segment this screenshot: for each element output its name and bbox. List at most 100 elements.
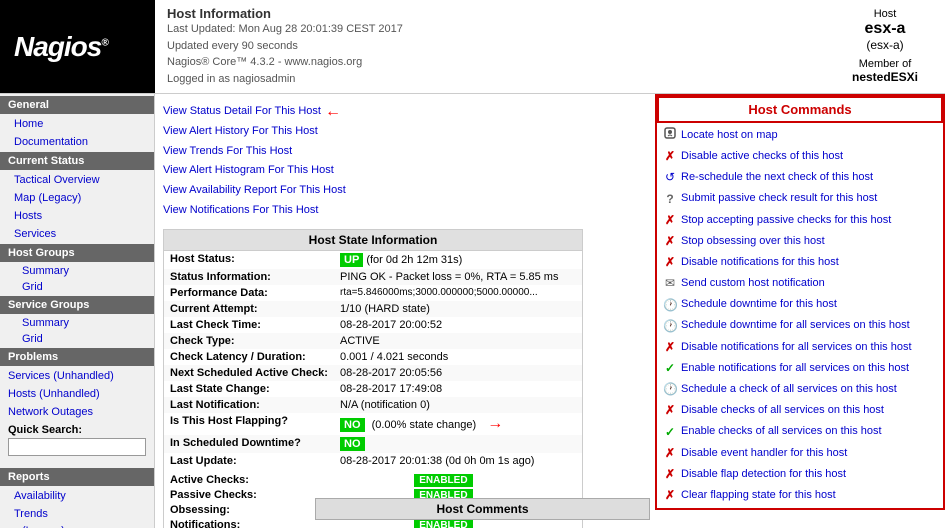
cmd-send-custom[interactable]: ✉ Send custom host notification [657,273,943,294]
sidebar-item-network-outages[interactable]: Network Outages [0,402,154,420]
table-row: Last Notification: N/A (notification 0) [164,397,582,413]
member-label: Member of [837,58,933,70]
member-group: nestedESXi [837,70,933,84]
table-row: Host Status: UP (for 0d 2h 12m 31s) [164,251,582,269]
host-info-area: Host Information Last Updated: Mon Aug 2… [155,0,825,93]
sidebar-item-services-unhandled[interactable]: Services (Unhandled) [0,366,154,384]
recycle-icon: ↺ [663,168,677,187]
schedule-check-all-link[interactable]: Schedule a check of all services on this… [681,381,897,399]
cmd-reschedule[interactable]: ↺ Re-schedule the next check of this hos… [657,167,943,188]
table-row: Last Check Time: 08-28-2017 20:00:52 [164,317,582,333]
sidebar-general-header: General [0,96,154,114]
reschedule-link[interactable]: Re-schedule the next check of this host [681,169,873,187]
sidebar-item-hg-summary[interactable]: Summary [0,262,154,278]
cmd-locate-host[interactable]: Locate host on map [657,125,943,146]
host-name-big: esx-a [837,20,933,38]
cmd-disable-checks-all-services[interactable]: ✗ Disable checks of all services on this… [657,400,943,421]
cmd-disable-notifications[interactable]: ✗ Disable notifications for this host [657,252,943,273]
stop-accepting-passive-link[interactable]: Stop accepting passive checks for this h… [681,212,891,230]
cmd-enable-checks-all-services[interactable]: ✓ Enable checks of all services on this … [657,422,943,443]
cmd-schedule-check-all-services[interactable]: 🕐 Schedule a check of all services on th… [657,379,943,400]
cmd-disable-notif-all-services[interactable]: ✗ Disable notifications for all services… [657,337,943,358]
last-updated: Last Updated: Mon Aug 28 20:01:39 CEST 2… [167,21,813,38]
table-row: Check Type: ACTIVE [164,333,582,349]
logo-registered: ® [101,37,107,48]
clock-icon-1: 🕐 [663,296,677,315]
status-up-badge: UP [340,253,363,267]
disable-flap-detection-link[interactable]: Disable flap detection for this host [681,466,846,484]
sidebar-host-groups-header: Host Groups [0,244,154,262]
disable-event-handler-link[interactable]: Disable event handler for this host [681,445,847,463]
enable-checks-all-link[interactable]: Enable checks of all services on this ho… [681,423,882,441]
sidebar-problems-header: Problems [0,348,154,366]
sidebar-item-home[interactable]: Home [0,114,154,132]
disable-active-checks-link[interactable]: Disable active checks of this host [681,148,843,166]
table-row: Is This Host Flapping? NO (0.00% state c… [164,413,582,435]
x-icon-8: ✗ [663,465,677,484]
submit-passive-link[interactable]: Submit passive check result for this hos… [681,190,877,208]
table-row: Active Checks: ENABLED [164,473,582,488]
x-icon-3: ✗ [663,232,677,251]
cmd-clear-flapping-state[interactable]: ✗ Clear flapping state for this host [657,485,943,506]
cmd-stop-accepting-passive[interactable]: ✗ Stop accepting passive checks for this… [657,210,943,231]
cmd-disable-event-handler[interactable]: ✗ Disable event handler for this host [657,443,943,464]
sidebar-item-availability[interactable]: Availability [0,486,154,504]
flapping-no-badge: NO [340,418,365,432]
sidebar-item-map[interactable]: Map (Legacy) [0,188,154,206]
x-icon-7: ✗ [663,444,677,463]
logo-text: Nagios [14,31,101,62]
disable-checks-all-link[interactable]: Disable checks of all services on this h… [681,402,884,420]
sidebar-item-hosts[interactable]: Hosts [0,206,154,224]
cmd-submit-passive[interactable]: ? Submit passive check result for this h… [657,189,943,210]
cmd-enable-notif-all-services[interactable]: ✓ Enable notifications for all services … [657,358,943,379]
enable-notif-all-link[interactable]: Enable notifications for all services on… [681,360,909,378]
x-icon-6: ✗ [663,401,677,420]
host-info-title: Host Information [167,6,813,21]
locate-host-link[interactable]: Locate host on map [681,127,778,145]
cmd-schedule-downtime-host[interactable]: 🕐 Schedule downtime for this host [657,295,943,316]
view-status-link[interactable]: View Status Detail For This Host [163,102,321,122]
schedule-downtime-host-link[interactable]: Schedule downtime for this host [681,296,837,314]
cmd-stop-obsessing[interactable]: ✗ Stop obsessing over this host [657,231,943,252]
schedule-downtime-services-link[interactable]: Schedule downtime for all services on th… [681,317,910,335]
host-info-meta: Last Updated: Mon Aug 28 20:01:39 CEST 2… [167,21,813,87]
disable-notifications-link[interactable]: Disable notifications for this host [681,254,839,272]
clock-icon-3: 🕐 [663,380,677,399]
sidebar-item-hosts-unhandled[interactable]: Hosts (Unhandled) [0,384,154,402]
sidebar-reports-header: Reports [0,468,154,486]
sidebar-item-sg-grid[interactable]: Grid [0,330,154,346]
sidebar-item-tactical[interactable]: Tactical Overview [0,170,154,188]
host-comments-area: Host Comments [315,498,650,520]
sidebar-item-hg-grid[interactable]: Grid [0,278,154,294]
cmd-disable-flap-detection[interactable]: ✗ Disable flap detection for this host [657,464,943,485]
state-table: Host Status: UP (for 0d 2h 12m 31s) Stat… [164,251,582,469]
sidebar-item-trends[interactable]: Trends [0,504,154,522]
host-identity-header: Host esx-a (esx-a) Member of nestedESXi [825,0,945,93]
sidebar-item-services[interactable]: Services [0,224,154,242]
active-checks-badge: ENABLED [414,474,472,487]
sidebar-item-trends-legacy[interactable]: (Legacy) [0,522,154,528]
host-comments-header: Host Comments [315,498,650,520]
table-row: Check Latency / Duration: 0.001 / 4.021 … [164,349,582,365]
question-icon: ? [663,190,677,209]
quick-search-section: Quick Search: [0,420,154,460]
send-custom-link[interactable]: Send custom host notification [681,275,825,293]
stop-obsessing-link[interactable]: Stop obsessing over this host [681,233,825,251]
version-line: Nagios® Core™ 4.3.2 - www.nagios.org [167,54,813,71]
cmd-disable-active-checks[interactable]: ✗ Disable active checks of this host [657,146,943,167]
home-link[interactable]: Home [14,118,43,130]
table-row: Last State Change: 08-28-2017 17:49:08 [164,381,582,397]
state-info-title: Host State Information [164,230,582,251]
quick-search-input[interactable] [8,438,146,456]
sidebar-item-sg-summary[interactable]: Summary [0,314,154,330]
quick-search-label: Quick Search: [8,424,146,436]
clear-flapping-link[interactable]: Clear flapping state for this host [681,487,836,505]
cmd-schedule-downtime-services[interactable]: 🕐 Schedule downtime for all services on … [657,316,943,337]
disable-notif-all-link[interactable]: Disable notifications for all services o… [681,339,912,357]
sidebar-item-docs[interactable]: Documentation [0,132,154,150]
red-arrow2-icon: → [487,415,503,432]
host-name-parens: (esx-a) [837,38,933,52]
x-icon-1: ✗ [663,147,677,166]
status-label: Host Status: [164,251,334,269]
docs-link[interactable]: Documentation [14,136,88,148]
